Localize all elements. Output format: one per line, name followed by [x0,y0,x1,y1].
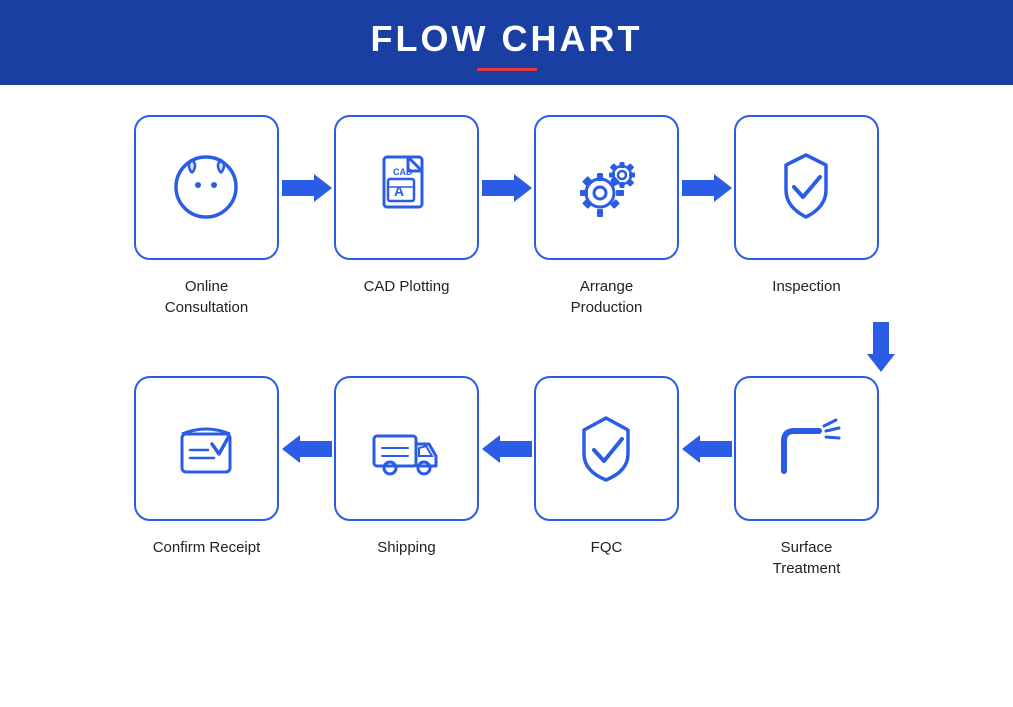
step-online-consultation [134,115,279,260]
page-title: FLOW CHART [0,18,1013,60]
left-arrow-icon [682,435,732,463]
header-section: FLOW CHART [0,0,1013,85]
arrow-fqc-surface [679,435,734,463]
row2-boxes [60,376,953,521]
left-arrow-icon [482,435,532,463]
label-inspection: Inspection [734,270,879,297]
arrow-shipping-fqc [479,435,534,463]
label-fqc: FQC [534,531,679,558]
svg-text:CAD: CAD [393,167,413,177]
online-consultation-icon [164,145,249,230]
step-fqc [534,376,679,521]
label-online-consultation: OnlineConsultation [134,270,279,318]
step-shipping [334,376,479,521]
down-arrow-container [60,322,953,372]
down-arrow-icon [867,322,895,372]
row2-labels: Confirm Receipt Shipping FQC SurfaceTrea… [60,531,953,579]
cad-plotting-icon: CAD A [364,145,449,230]
left-arrow-icon [282,435,332,463]
flowchart-content: CAD A [0,85,1013,599]
down-arrow [808,322,953,372]
shipping-icon [364,406,449,491]
row1-boxes: CAD A [60,115,953,260]
surface-treatment-icon [764,406,849,491]
arrow-3-4 [679,174,734,202]
arrange-production-icon [564,145,649,230]
arrow-2-3 [479,174,534,202]
confirm-receipt-icon [164,406,249,491]
step-confirm-receipt [134,376,279,521]
step-surface-treatment [734,376,879,521]
inspection-icon [764,145,849,230]
page-wrapper: FLOW CHART [0,0,1013,599]
label-surface-treatment: SurfaceTreatment [734,531,879,579]
fqc-icon [564,406,649,491]
arrow-receipt-shipping [279,435,334,463]
row1-labels: OnlineConsultation CAD Plotting ArrangeP… [60,270,953,318]
arrow-1-2 [279,174,334,202]
step-arrange-production [534,115,679,260]
step-cad-plotting: CAD A [334,115,479,260]
right-arrow-icon [482,174,532,202]
label-cad-plotting: CAD Plotting [334,270,479,297]
label-confirm-receipt: Confirm Receipt [134,531,279,558]
step-inspection [734,115,879,260]
svg-text:A: A [394,183,404,199]
right-arrow-icon [282,174,332,202]
label-arrange-production: ArrangeProduction [534,270,679,318]
header-underline [477,68,537,71]
right-arrow-icon [682,174,732,202]
label-shipping: Shipping [334,531,479,558]
